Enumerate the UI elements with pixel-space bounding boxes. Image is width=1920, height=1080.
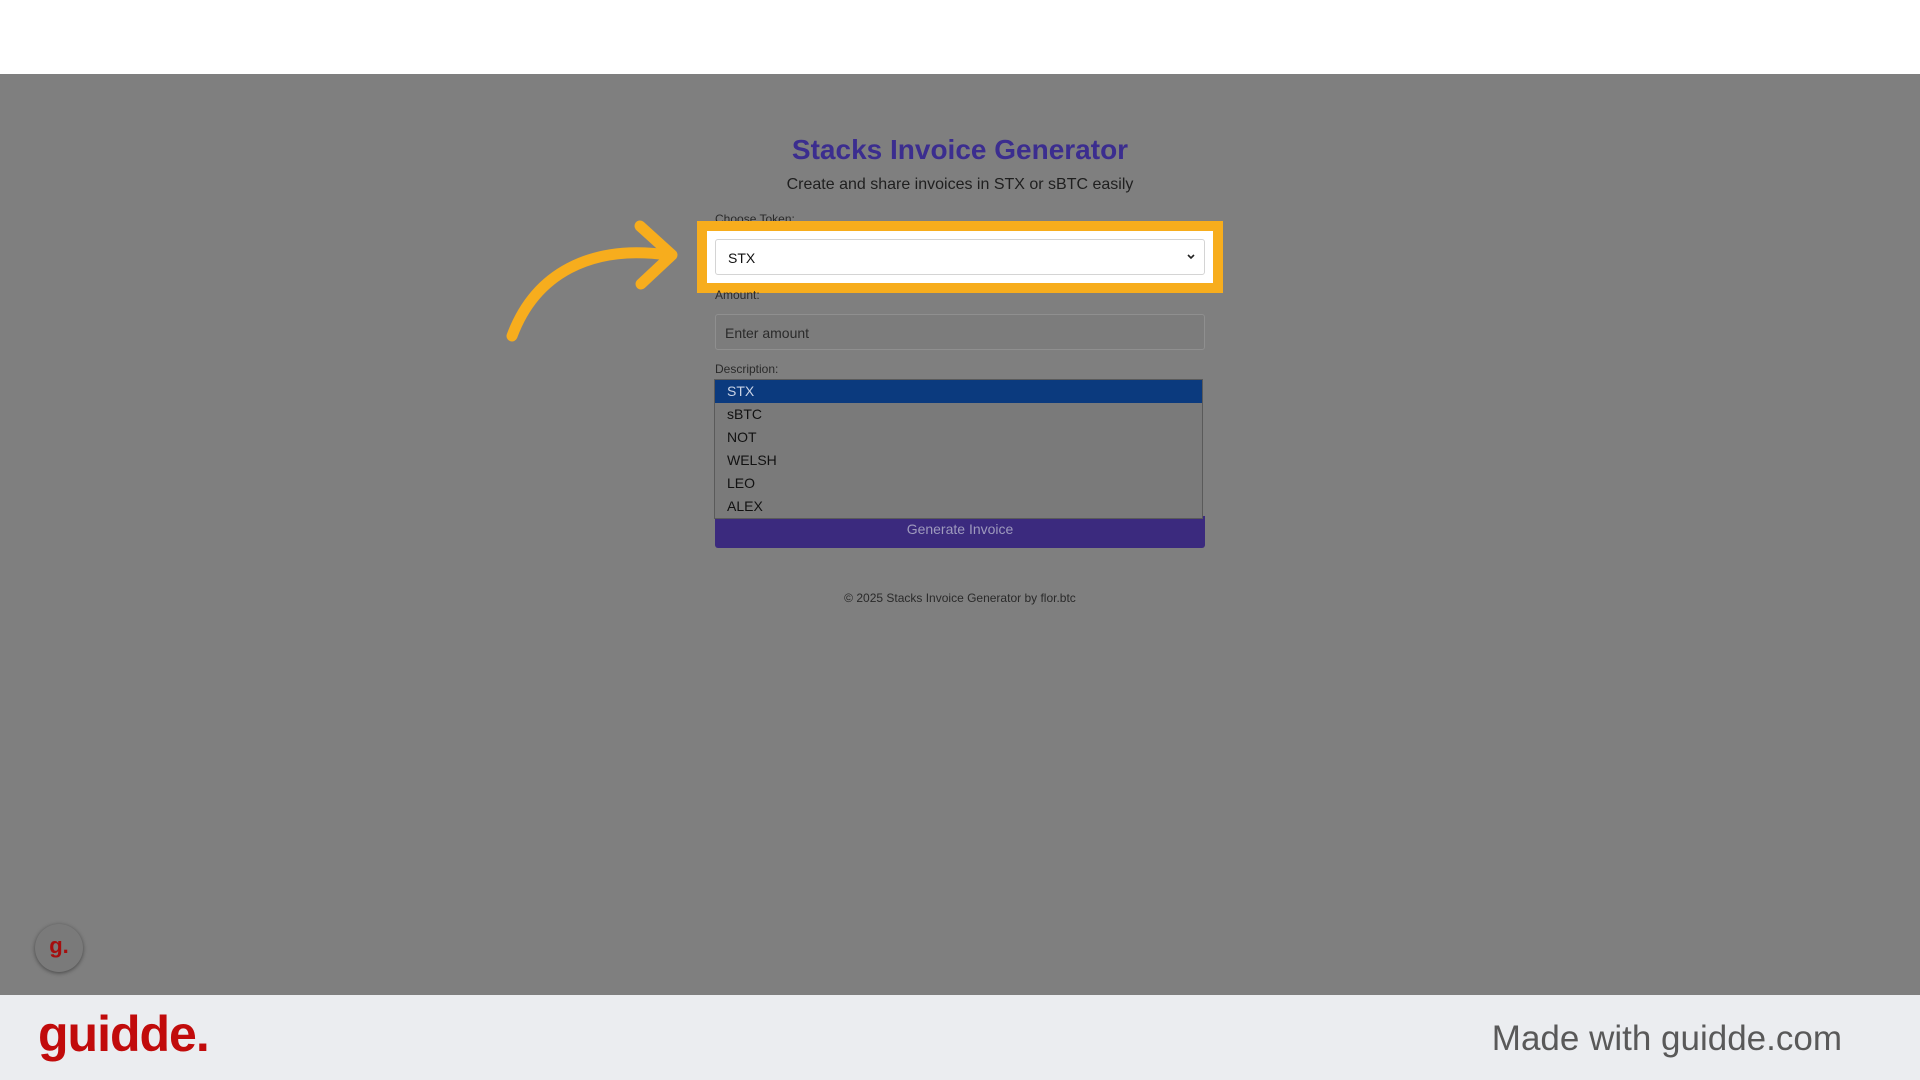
amount-label: Amount: (715, 288, 760, 302)
guidde-badge[interactable]: g. (35, 924, 83, 972)
chevron-down-icon (1187, 254, 1195, 260)
page-title: Stacks Invoice Generator (791, 134, 1129, 165)
token-option-sbtc[interactable]: sBTC (715, 403, 1202, 426)
top-strip (0, 0, 1920, 74)
branding-bar: guidde. Made with guidde.com (0, 995, 1920, 1080)
token-option-stx[interactable]: STX (715, 380, 1202, 403)
generate-invoice-button[interactable]: Generate Invoice (715, 516, 1205, 548)
guidde-logo: guidde. (38, 1006, 210, 1062)
token-option-alex[interactable]: ALEX (715, 495, 1202, 518)
description-label: Description: (715, 362, 779, 376)
token-option-leo[interactable]: LEO (715, 472, 1202, 495)
token-select[interactable]: STX (715, 239, 1205, 275)
footer-copyright: © 2025 Stacks Invoice Generator by flor.… (844, 591, 1076, 605)
amount-input[interactable]: Enter amount (715, 314, 1205, 350)
token-select-value: STX (728, 250, 756, 266)
token-option-not[interactable]: NOT (715, 426, 1202, 449)
token-option-welsh[interactable]: WELSH (715, 449, 1202, 472)
made-with-text: Made with guidde.com (1491, 1019, 1842, 1058)
token-dropdown-list: STX sBTC NOT WELSH LEO ALEX (714, 379, 1203, 519)
amount-placeholder: Enter amount (725, 325, 810, 341)
page-subtitle: Create and share invoices in STX or sBTC… (786, 176, 1134, 193)
curved-arrow-icon (506, 220, 678, 342)
app-viewport: Stacks Invoice Generator Create and shar… (0, 74, 1920, 995)
